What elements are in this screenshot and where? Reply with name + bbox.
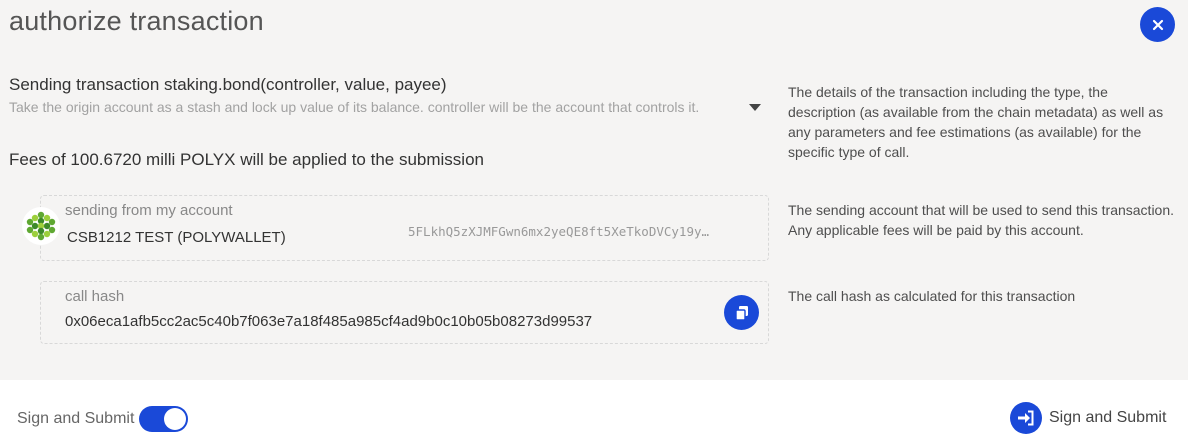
help-details: The details of the transaction including… — [788, 84, 1164, 160]
copy-icon — [734, 305, 748, 321]
help-call-hash: The call hash as calculated for this tra… — [788, 288, 1076, 304]
sign-and-submit-button[interactable]: Sign and Submit — [1010, 402, 1166, 434]
action-bar: Sign and Submit Sign and Submit — [0, 380, 1188, 446]
fees-text: Fees of 100.6720 milli POLYX will be app… — [9, 150, 484, 169]
page-title: authorize transaction — [9, 6, 264, 36]
sign-and-submit-label: Sign and Submit — [1049, 409, 1167, 426]
call-hash-label: call hash — [65, 288, 125, 305]
call-hash-value[interactable]: 0x06eca1afb5cc2ac5c40b7f063e7a18f485a985… — [65, 313, 592, 330]
caret-down-icon[interactable] — [749, 104, 761, 112]
call-hash-box: call hash 0x06eca1afb5cc2ac5c40b7f063e7a… — [40, 281, 769, 344]
sender-address: 5FLkhQ5zXJMFGwn6mx2yeQE8ft5XeTkoDVCy19y… — [408, 224, 710, 239]
sender-account-name: CSB1212 TEST (POLYWALLET) — [67, 229, 286, 246]
close-button[interactable] — [1140, 7, 1175, 42]
sender-label: sending from my account — [65, 202, 233, 219]
sign-in-icon — [1010, 402, 1042, 434]
sender-account-box[interactable]: sending from my account CSB1212 TEST (PO… — [40, 195, 769, 261]
copy-button[interactable] — [724, 295, 759, 330]
help-sender: The sending account that will be used to… — [788, 202, 1175, 238]
toggle-knob — [164, 408, 186, 430]
sign-submit-toggle[interactable] — [139, 406, 188, 432]
transaction-summary: Sending transaction staking.bond(control… — [9, 74, 769, 118]
identicon — [26, 211, 56, 241]
account-avatar[interactable] — [22, 207, 60, 245]
sign-submit-toggle-label: Sign and Submit — [17, 410, 135, 427]
transaction-description: Take the origin account as a stash and l… — [9, 99, 700, 115]
transaction-heading: Sending transaction staking.bond(control… — [9, 75, 447, 94]
close-icon — [1152, 19, 1163, 30]
